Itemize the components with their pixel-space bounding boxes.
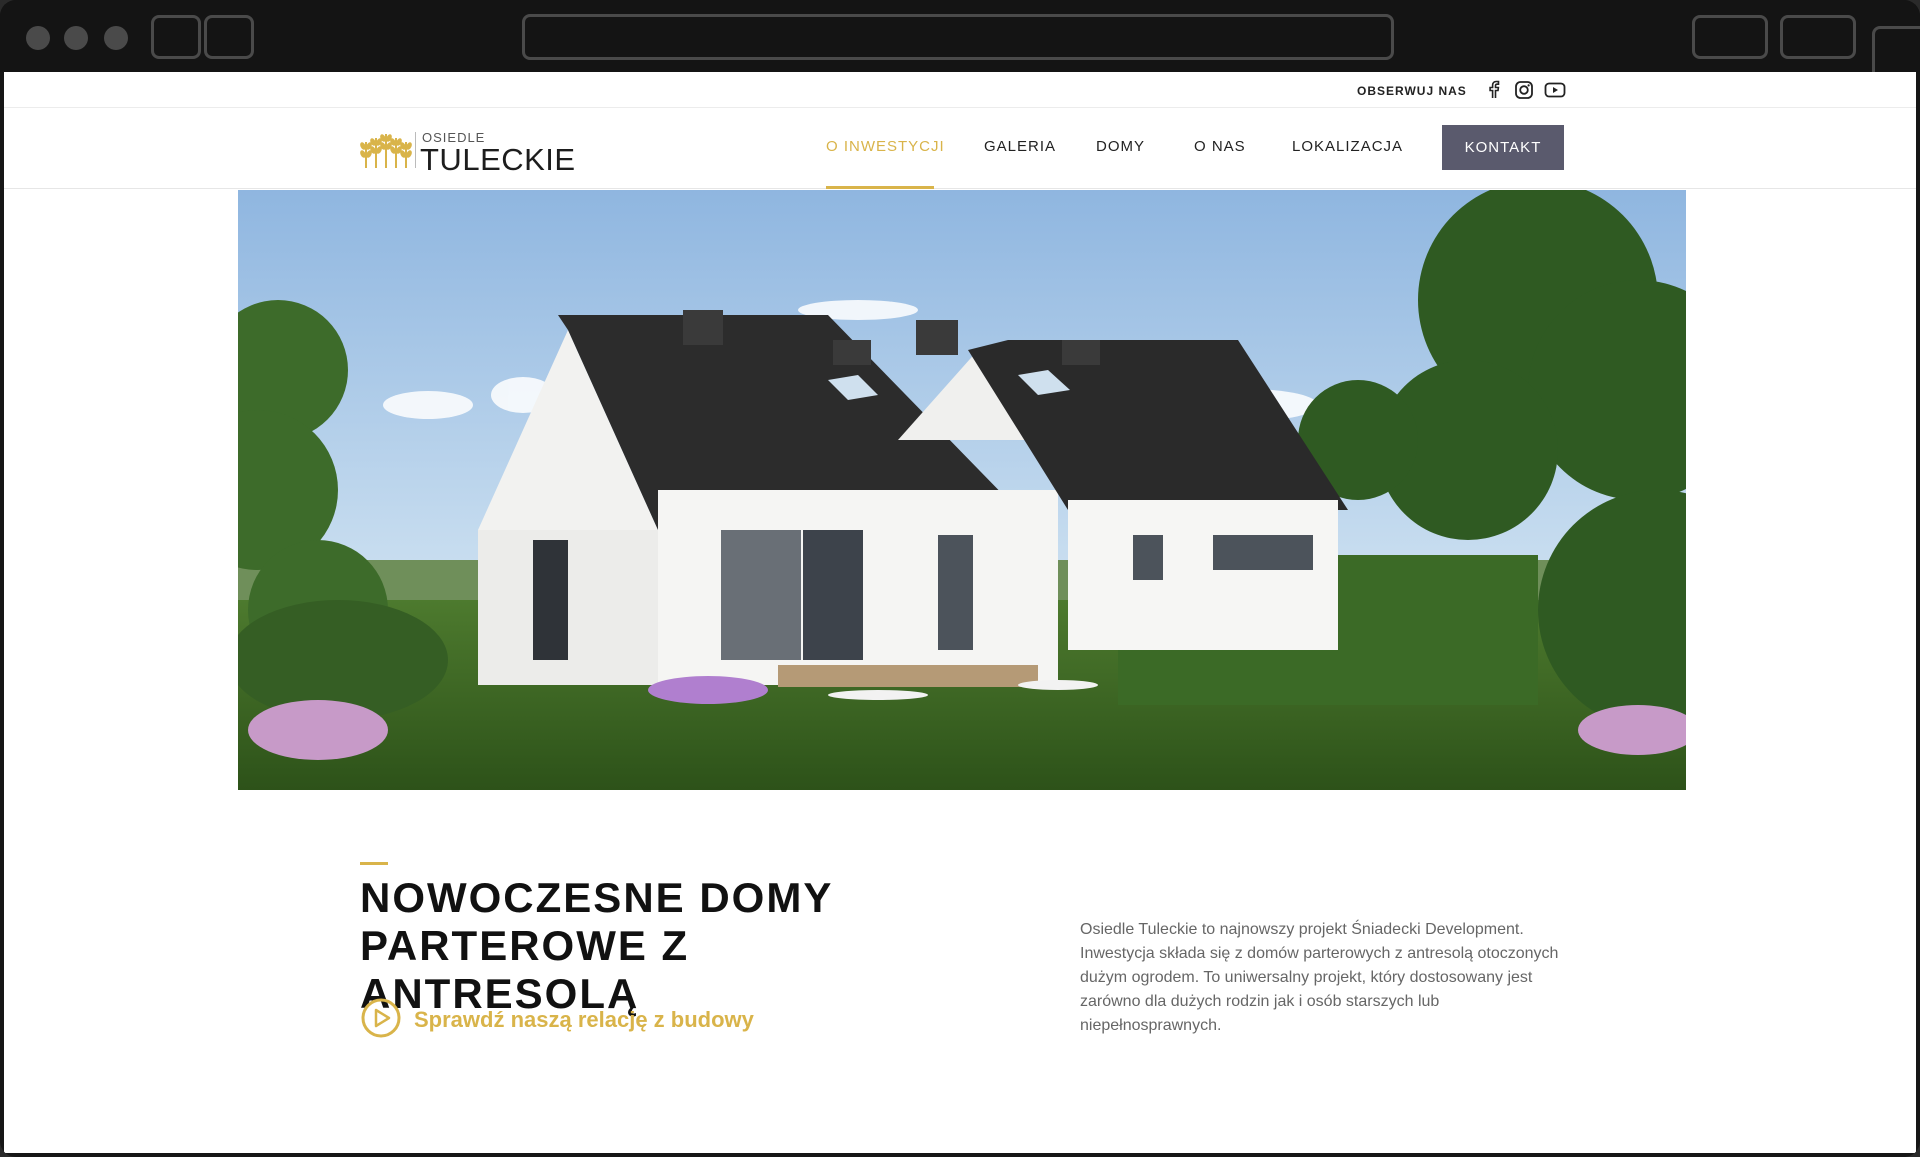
video-link-label: Sprawdź naszą relację z budowy bbox=[414, 1007, 754, 1032]
toolbar-button-2[interactable] bbox=[1780, 15, 1856, 59]
kontakt-button[interactable]: KONTAKT bbox=[1442, 125, 1564, 170]
wheat-icon bbox=[360, 134, 412, 168]
toolbar-button-1[interactable] bbox=[1692, 15, 1768, 59]
description-paragraph: Osiedle Tuleckie to najnowszy projekt Śn… bbox=[1080, 921, 1559, 1034]
follow-label: OBSERWUJ NAS bbox=[1357, 84, 1467, 98]
social-bar: OBSERWUJ NAS bbox=[4, 72, 1916, 108]
nav-item-galeria[interactable]: GALERIA bbox=[984, 138, 1056, 155]
page-viewport: OBSERWUJ NAS OSIEDLE TULECKIE O INWESTYC… bbox=[4, 72, 1916, 1153]
headline-accent-line bbox=[360, 862, 388, 865]
headline-line-1: NOWOCZESNE DOMY bbox=[360, 874, 834, 921]
nav-item-o-inwestycji[interactable]: O INWESTYCJI bbox=[826, 138, 945, 155]
play-circle-icon bbox=[361, 998, 401, 1038]
window-close-dot[interactable] bbox=[26, 26, 50, 50]
window-minimize-dot[interactable] bbox=[64, 26, 88, 50]
nav-item-domy[interactable]: DOMY bbox=[1096, 138, 1145, 155]
nav-item-o-nas[interactable]: O NAS bbox=[1194, 138, 1246, 155]
headline-line-2: PARTEROWE Z ANTRESOLĄ bbox=[360, 922, 690, 1017]
instagram-icon[interactable] bbox=[1514, 80, 1534, 100]
youtube-icon[interactable] bbox=[1544, 80, 1566, 100]
hero-house-image bbox=[238, 190, 1686, 790]
browser-window: OBSERWUJ NAS OSIEDLE TULECKIE O INWESTYC… bbox=[0, 0, 1920, 1157]
site-logo[interactable]: OSIEDLE TULECKIE bbox=[360, 128, 575, 177]
forward-button[interactable] bbox=[204, 15, 254, 59]
browser-toolbar bbox=[0, 0, 1920, 89]
logo-divider bbox=[415, 132, 416, 168]
back-button[interactable] bbox=[151, 15, 201, 59]
page-headline: NOWOCZESNE DOMY PARTEROWE Z ANTRESOLĄ bbox=[360, 874, 980, 1018]
logo-line-2: TULECKIE bbox=[420, 142, 576, 177]
nav-item-lokalizacja[interactable]: LOKALIZACJA bbox=[1292, 138, 1403, 155]
site-header: OSIEDLE TULECKIE O INWESTYCJI GALERIA DO… bbox=[4, 108, 1916, 189]
nav-active-indicator bbox=[826, 186, 934, 189]
address-bar[interactable] bbox=[522, 14, 1394, 60]
window-maximize-dot[interactable] bbox=[104, 26, 128, 50]
facebook-icon[interactable] bbox=[1484, 80, 1504, 100]
